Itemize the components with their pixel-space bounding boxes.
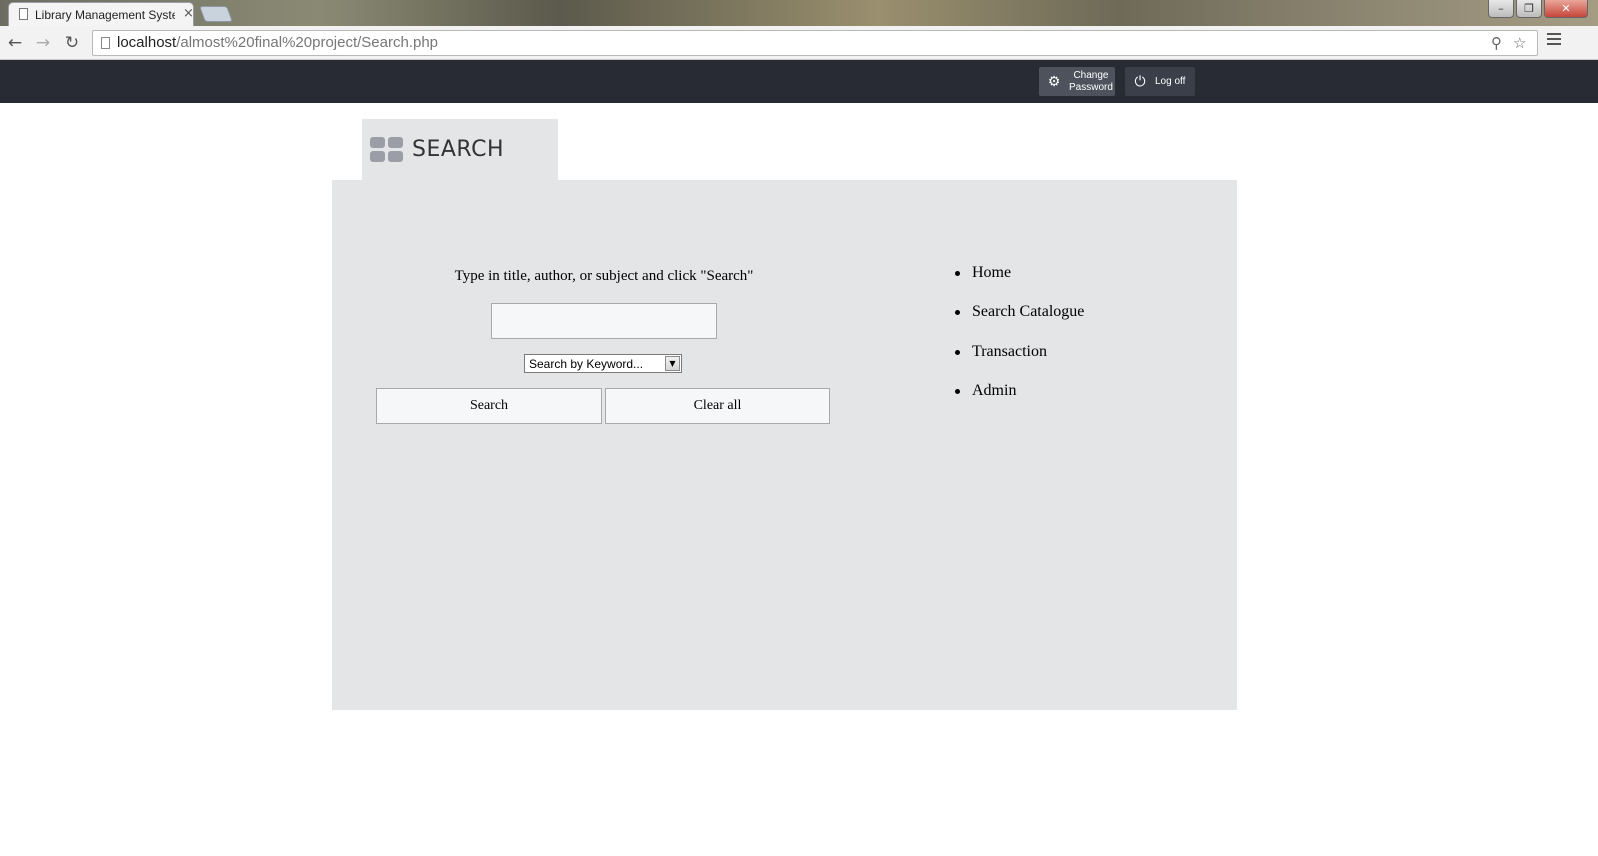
tab-close-icon[interactable]: × <box>183 6 194 21</box>
nav-item-transaction[interactable]: Transaction <box>955 343 1084 382</box>
tab-title: Library Management System <box>35 8 175 22</box>
search-type-select[interactable]: Search by Keyword... ▼ <box>524 354 682 373</box>
forward-arrow-icon[interactable]: → <box>33 33 53 53</box>
search-type-value: Search by Keyword... <box>529 357 644 371</box>
new-tab-button[interactable] <box>199 6 233 22</box>
side-nav: Home Search Catalogue Transaction Admin <box>955 264 1084 421</box>
zoom-icon[interactable]: ⚲ <box>1491 34 1502 52</box>
page-icon <box>101 37 110 49</box>
nav-item-admin[interactable]: Admin <box>955 382 1084 421</box>
chevron-down-icon[interactable]: ▼ <box>665 356 680 371</box>
reload-icon[interactable]: ↻ <box>62 33 82 53</box>
nav-item-search-catalogue[interactable]: Search Catalogue <box>955 303 1084 342</box>
restore-button[interactable]: ❐ <box>1516 0 1542 18</box>
logoff-label: Log off <box>1155 75 1186 87</box>
page-title: SEARCH <box>412 137 505 162</box>
site-header: ⚙ Change Password ⏻ Log off <box>0 60 1598 103</box>
close-window-button[interactable]: ✕ <box>1544 0 1588 18</box>
nav-item-home[interactable]: Home <box>955 264 1084 303</box>
address-bar[interactable]: localhost/almost%20final%20project/Searc… <box>92 30 1538 56</box>
bookmark-star-icon[interactable]: ☆ <box>1513 34 1526 52</box>
search-button[interactable]: Search <box>376 388 602 424</box>
minimize-button[interactable]: – <box>1488 0 1514 18</box>
change-password-label: Change Password <box>1069 69 1113 93</box>
url-text: localhost/almost%20final%20project/Searc… <box>117 34 439 51</box>
section-tab: SEARCH <box>362 119 558 181</box>
back-arrow-icon[interactable]: ← <box>5 33 25 53</box>
browser-titlebar: Library Management System × – ❐ ✕ <box>0 0 1598 26</box>
logoff-button[interactable]: ⏻ Log off <box>1125 67 1195 96</box>
search-input[interactable] <box>491 303 717 339</box>
page-icon <box>19 8 28 20</box>
power-icon: ⏻ <box>1134 73 1146 90</box>
browser-toolbar: ← → ↻ localhost/almost%20final%20project… <box>0 26 1598 60</box>
clear-all-button[interactable]: Clear all <box>605 388 830 424</box>
browser-tab[interactable]: Library Management System × <box>8 2 194 26</box>
search-instruction: Type in title, author, or subject and cl… <box>454 268 754 284</box>
grid-icon <box>370 137 404 163</box>
search-panel: Type in title, author, or subject and cl… <box>332 180 1237 710</box>
browser-menu-icon[interactable] <box>1547 33 1561 47</box>
gear-icon: ⚙ <box>1047 73 1061 90</box>
window-controls: – ❐ ✕ <box>1486 0 1588 20</box>
change-password-button[interactable]: ⚙ Change Password <box>1039 67 1115 96</box>
